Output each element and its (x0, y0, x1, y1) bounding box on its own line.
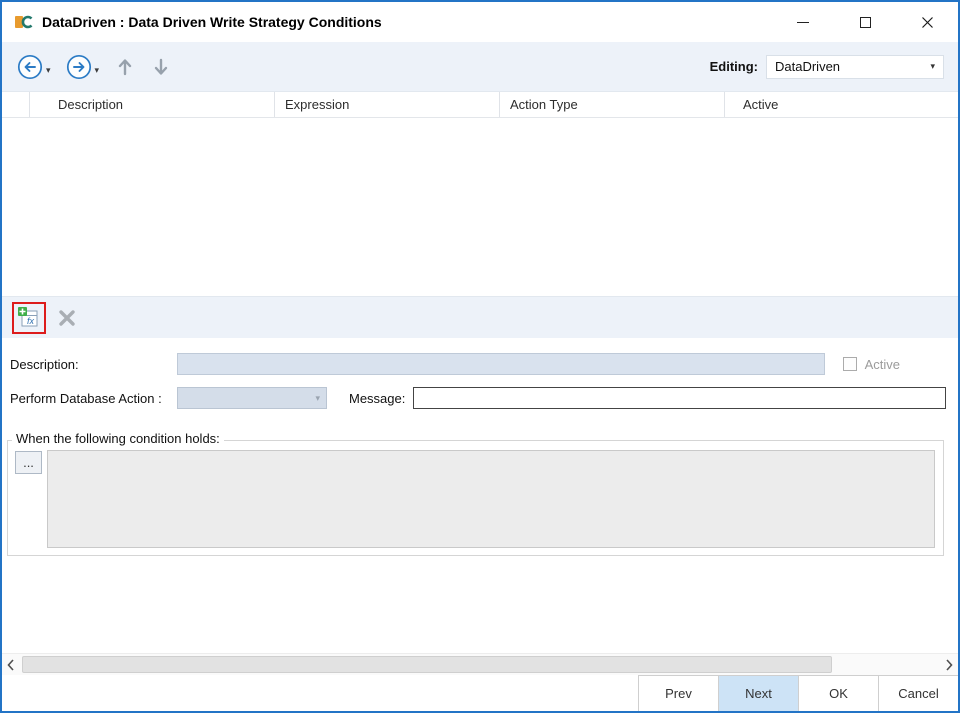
delete-condition-button[interactable] (54, 305, 80, 331)
annotation-highlight-box: fx (12, 302, 46, 334)
footer-bar: Prev Next OK Cancel (2, 675, 958, 711)
editing-value: DataDriven (775, 59, 930, 74)
grid-column-expression[interactable]: Expression (275, 92, 500, 117)
grid-header: Description Expression Action Type Activ… (2, 92, 958, 118)
editing-label: Editing: (710, 59, 758, 74)
scroll-thumb[interactable] (22, 656, 832, 673)
maximize-button[interactable] (834, 2, 896, 42)
cancel-button[interactable]: Cancel (878, 676, 958, 711)
caption-buttons (772, 2, 958, 42)
perform-database-action-label: Perform Database Action : (10, 391, 177, 406)
move-down-button[interactable] (149, 54, 173, 80)
chevron-down-icon: ▾ (315, 394, 320, 403)
condition-toolbar: fx (2, 296, 958, 338)
close-button[interactable] (896, 2, 958, 42)
scroll-track[interactable] (20, 654, 940, 675)
grid-column-description[interactable]: Description (30, 92, 275, 117)
grid-column-active[interactable]: Active (725, 92, 958, 117)
active-checkbox[interactable] (843, 357, 857, 371)
arrow-up-icon (117, 57, 133, 77)
chevron-down-icon: ▾ (930, 62, 935, 71)
add-condition-icon: fx (18, 307, 40, 329)
minimize-icon (797, 22, 809, 23)
svg-text:fx: fx (27, 316, 35, 326)
horizontal-scrollbar[interactable] (2, 653, 958, 675)
message-input[interactable] (413, 387, 946, 409)
condition-builder-button[interactable]: ... (15, 451, 42, 474)
dialog-window: DataDriven : Data Driven Write Strategy … (0, 0, 960, 713)
maximize-icon (860, 17, 871, 28)
ok-button[interactable]: OK (798, 676, 878, 711)
app-icon (14, 14, 34, 30)
footer-buttons: Prev Next OK Cancel (638, 675, 958, 711)
grid-body[interactable] (2, 118, 958, 296)
message-label: Message: (349, 391, 405, 406)
navigation-toolbar: ▾ ▾ Editing: DataDriven ▾ (2, 42, 958, 92)
back-button[interactable] (16, 53, 44, 81)
chevron-right-icon (945, 659, 953, 671)
back-dropdown-caret[interactable]: ▾ (46, 66, 51, 75)
description-row: Description: Active (10, 352, 900, 376)
condition-groupbox: When the following condition holds: ... (7, 440, 944, 556)
circle-arrow-right-icon (66, 54, 92, 80)
window-title: DataDriven : Data Driven Write Strategy … (42, 14, 382, 30)
action-message-row: Perform Database Action : ▾ Message: (10, 386, 946, 410)
scroll-left-button[interactable] (2, 654, 20, 675)
title-bar: DataDriven : Data Driven Write Strategy … (2, 2, 958, 42)
grid-column-action-type[interactable]: Action Type (500, 92, 725, 117)
move-up-button[interactable] (113, 54, 137, 80)
editing-dropdown[interactable]: DataDriven ▾ (766, 55, 944, 79)
forward-dropdown-caret[interactable]: ▾ (95, 66, 100, 75)
forward-button[interactable] (65, 53, 93, 81)
description-input[interactable] (177, 353, 825, 375)
close-icon (921, 16, 934, 29)
prev-button[interactable]: Prev (638, 676, 718, 711)
minimize-button[interactable] (772, 2, 834, 42)
active-label: Active (865, 357, 900, 372)
add-condition-button[interactable]: fx (17, 306, 41, 330)
condition-group-label: When the following condition holds: (12, 431, 224, 446)
scroll-right-button[interactable] (940, 654, 958, 675)
delete-x-icon (58, 309, 76, 327)
database-action-dropdown[interactable]: ▾ (177, 387, 327, 409)
condition-expression-area[interactable] (47, 450, 935, 548)
arrow-down-icon (153, 57, 169, 77)
condition-detail-form: Description: Active Perform Database Act… (2, 338, 958, 653)
next-button[interactable]: Next (718, 676, 798, 711)
circle-arrow-left-icon (17, 54, 43, 80)
chevron-left-icon (7, 659, 15, 671)
editing-group: Editing: DataDriven ▾ (710, 55, 944, 79)
description-label: Description: (10, 357, 177, 372)
grid-column-selector[interactable] (2, 92, 30, 117)
